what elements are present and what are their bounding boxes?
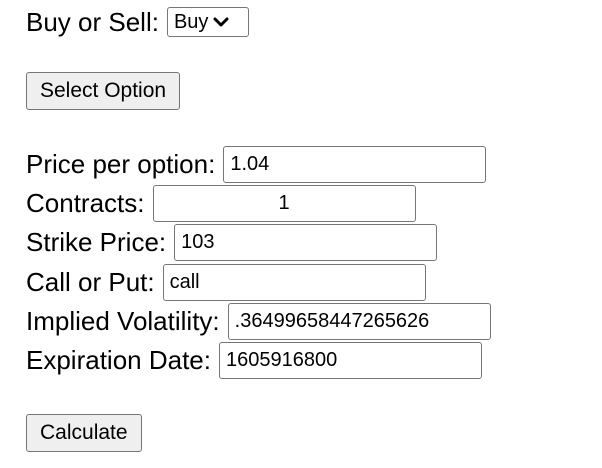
call-or-put-row: Call or Put: call	[26, 262, 426, 302]
buy-sell-selected-value: Buy	[173, 10, 209, 33]
expiration-date-input[interactable]: 1605916800	[218, 341, 482, 379]
contracts-row: Contracts: 1	[26, 183, 416, 223]
contracts-label: Contracts:	[26, 188, 145, 218]
buy-sell-row: Buy or Sell: Buy	[26, 2, 249, 42]
options-calculator-page: Buy or Sell: Buy Select Option Price per…	[0, 0, 602, 468]
contracts-input[interactable]: 1	[152, 184, 416, 222]
price-per-option-label: Price per option:	[26, 149, 216, 179]
expiration-date-row: Expiration Date: 1605916800	[26, 340, 482, 380]
implied-volatility-label: Implied Volatility:	[26, 306, 220, 336]
buy-sell-label: Buy or Sell:	[26, 7, 159, 37]
expiration-date-label: Expiration Date:	[26, 345, 211, 375]
chevron-down-icon	[213, 17, 229, 27]
buy-sell-select[interactable]: Buy	[166, 7, 249, 37]
implied-volatility-input[interactable]: .36499658447265626	[227, 302, 491, 340]
price-per-option-input[interactable]: 1.04	[223, 145, 487, 183]
strike-price-input[interactable]: 103	[174, 223, 438, 261]
calculate-button[interactable]: Calculate	[26, 414, 142, 452]
price-per-option-row: Price per option: 1.04	[26, 144, 487, 184]
call-or-put-label: Call or Put:	[26, 267, 155, 297]
implied-volatility-row: Implied Volatility: .36499658447265626	[26, 301, 491, 341]
strike-price-row: Strike Price: 103	[26, 222, 438, 262]
select-option-button[interactable]: Select Option	[26, 72, 181, 110]
call-or-put-input[interactable]: call	[162, 263, 426, 301]
strike-price-label: Strike Price:	[26, 227, 167, 257]
